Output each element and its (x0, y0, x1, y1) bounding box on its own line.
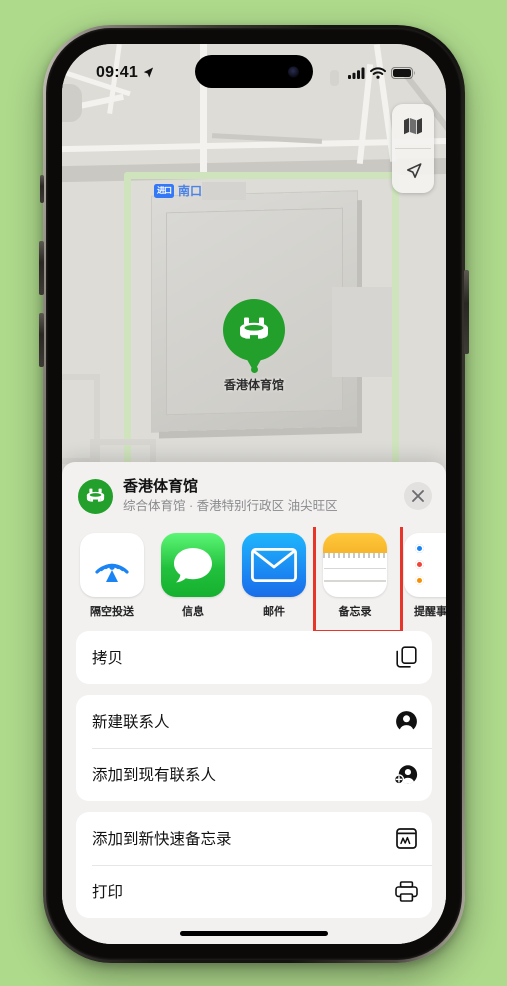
share-app-label: 信息 (182, 605, 204, 618)
map-pin-label: 香港体育馆 (223, 378, 284, 392)
action-print[interactable]: 打印 (76, 864, 432, 918)
messages-icon (161, 532, 225, 597)
page-subtitle: 综合体育馆 · 香港特别行政区 油尖旺区 (123, 498, 338, 513)
battery-full-icon (391, 67, 415, 79)
new-contact-icon (394, 710, 418, 733)
reminders-dot-blue (415, 543, 424, 553)
map-layers-icon (404, 118, 422, 135)
share-app-mail[interactable]: 邮件 (242, 532, 306, 619)
status-time: 09:41 (96, 64, 138, 81)
action-copy[interactable]: 拷贝 (76, 631, 432, 684)
action-label: 拷贝 (92, 650, 124, 668)
copy-icon (394, 646, 418, 668)
action-group: 新建联系人 添加到现有联系人 (76, 694, 432, 801)
phone-screen: 进口 南口 香港体育馆 09:41 香港体育馆 综合体育馆 · 香港特别行政区 … (62, 44, 446, 944)
cellular-bars-icon (348, 67, 365, 79)
stadium-icon (86, 488, 105, 502)
notes-icon-header (323, 532, 387, 553)
reminders-dot-orange (415, 575, 424, 585)
status-bar-right (348, 67, 416, 79)
mail-icon (242, 532, 306, 597)
status-bar-left: 09:41 (96, 64, 155, 82)
action-label: 添加到现有联系人 (92, 767, 217, 785)
reminders-dot-red (415, 559, 424, 569)
share-app-notes[interactable]: 备忘录 (313, 526, 403, 631)
transit-chip-label: 进口 (154, 183, 174, 198)
action-group: 拷贝 (76, 630, 432, 684)
location-arrow-icon (143, 67, 154, 78)
airdrop-icon (80, 532, 144, 597)
share-app-label: 邮件 (263, 605, 285, 618)
front-camera-icon (288, 66, 299, 77)
reminders-icon (404, 532, 446, 597)
print-icon (394, 880, 418, 902)
share-sheet-titles: 香港体育馆 综合体育馆 · 香港特别行政区 油尖旺区 (123, 478, 394, 515)
map-pin-drop (223, 299, 285, 361)
home-indicator[interactable] (180, 931, 328, 936)
share-sheet-header: 香港体育馆 综合体育馆 · 香港特别行政区 油尖旺区 (62, 462, 446, 527)
share-app-airdrop[interactable]: 隔空投送 (80, 532, 144, 619)
silent-switch[interactable] (40, 175, 44, 203)
close-icon (412, 490, 424, 503)
map-locate-button[interactable] (392, 149, 434, 193)
action-label: 添加到新快速备忘录 (92, 831, 232, 849)
share-app-label: 提醒事项 (414, 605, 446, 618)
volume-up-button[interactable] (39, 241, 44, 295)
action-group: 添加到新快速备忘录 打印 (76, 811, 432, 918)
power-button[interactable] (464, 270, 469, 354)
add-existing-contact-icon (394, 763, 418, 786)
wifi-icon (370, 67, 386, 79)
share-app-label: 备忘录 (338, 605, 372, 618)
share-action-list: 拷贝 新建联系人 添加到现有联系人 添加到新快速备忘录 打印 (62, 630, 446, 944)
avatar (78, 478, 113, 514)
map-layers-button[interactable] (392, 104, 434, 148)
locate-arrow-icon (406, 162, 421, 178)
stadium-icon (240, 317, 268, 339)
dynamic-island[interactable] (195, 55, 313, 88)
action-add-existing-contact[interactable]: 添加到现有联系人 (76, 747, 432, 801)
quick-note-icon (394, 827, 418, 849)
notes-icon (323, 532, 387, 597)
map-controls[interactable] (392, 104, 434, 193)
action-add-quick-note[interactable]: 添加到新快速备忘录 (76, 812, 432, 865)
map-pin[interactable]: 香港体育馆 (194, 299, 314, 393)
share-app-reminders[interactable]: 提醒事项 (404, 532, 446, 619)
action-label: 打印 (92, 884, 124, 902)
notes-icon-line (324, 580, 386, 582)
volume-down-button[interactable] (39, 313, 44, 367)
close-button[interactable] (404, 482, 432, 511)
action-new-contact[interactable]: 新建联系人 (76, 695, 432, 748)
share-app-row[interactable]: 隔空投送 信息 邮件 备忘录 提醒事 (62, 526, 446, 631)
page-title: 香港体育馆 (123, 478, 199, 495)
action-label: 新建联系人 (92, 714, 170, 732)
transit-place-label: 南口 (178, 184, 203, 198)
share-sheet: 香港体育馆 综合体育馆 · 香港特别行政区 油尖旺区 隔空投送 信息 邮件 备忘… (62, 462, 446, 944)
map-transit-badge[interactable]: 进口 南口 (154, 182, 202, 199)
share-app-label: 隔空投送 (90, 605, 134, 618)
map-building-wing (332, 287, 392, 377)
share-app-messages[interactable]: 信息 (161, 532, 225, 619)
map-building-notch (202, 182, 246, 200)
